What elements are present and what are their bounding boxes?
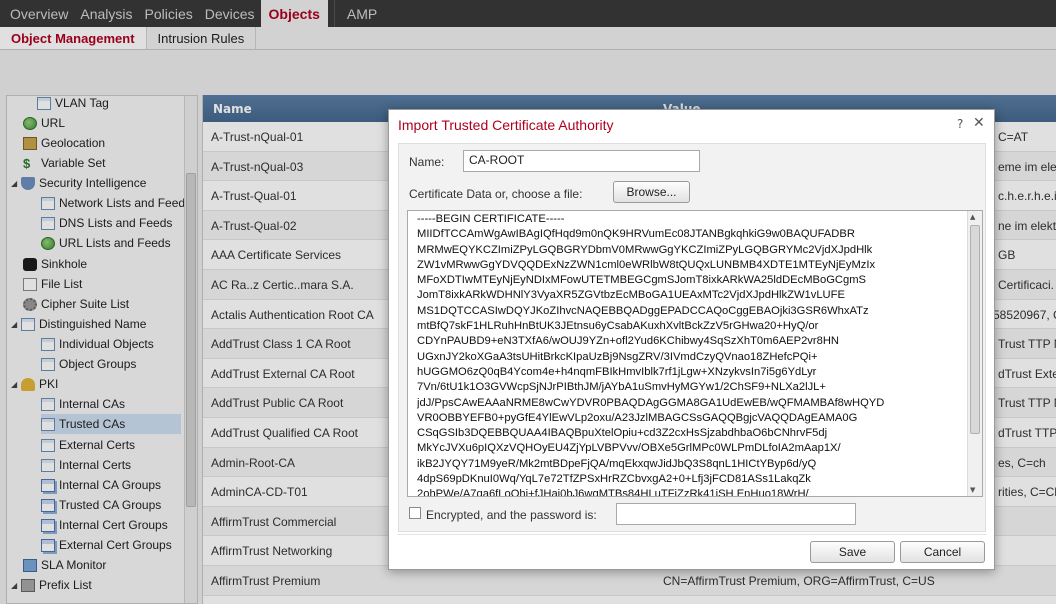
name-input[interactable]: CA-ROOT (463, 150, 700, 172)
browse-button[interactable]: Browse... (613, 181, 690, 203)
encrypted-checkbox[interactable] (409, 507, 421, 519)
dialog-footer-divider (398, 534, 986, 535)
password-input[interactable] (616, 503, 856, 525)
certificate-data-textarea[interactable]: -----BEGIN CERTIFICATE----- MIIDfTCCAmWg… (407, 210, 983, 497)
scroll-down-icon[interactable]: ▼ (970, 486, 975, 494)
certificate-scrollbar-thumb[interactable] (970, 225, 980, 434)
encrypted-label: Encrypted, and the password is: (426, 508, 597, 522)
certificate-text: -----BEGIN CERTIFICATE----- MIIDfTCCAmWg… (417, 213, 885, 497)
certificate-scrollbar[interactable]: ▲ ▼ (967, 211, 982, 496)
save-button[interactable]: Save (810, 541, 895, 563)
dialog-body: Name: CA-ROOT Certificate Data or, choos… (398, 143, 986, 532)
scroll-up-icon[interactable]: ▲ (970, 213, 975, 221)
cancel-button[interactable]: Cancel (900, 541, 985, 563)
import-trusted-ca-dialog: Import Trusted Certificate Authority ? ✕… (388, 109, 995, 570)
help-icon[interactable]: ? (957, 117, 963, 131)
certificate-data-label: Certificate Data or, choose a file: (409, 187, 583, 201)
close-icon[interactable]: ✕ (973, 115, 985, 131)
dialog-title: Import Trusted Certificate Authority (398, 117, 614, 133)
name-label: Name: (409, 155, 445, 169)
